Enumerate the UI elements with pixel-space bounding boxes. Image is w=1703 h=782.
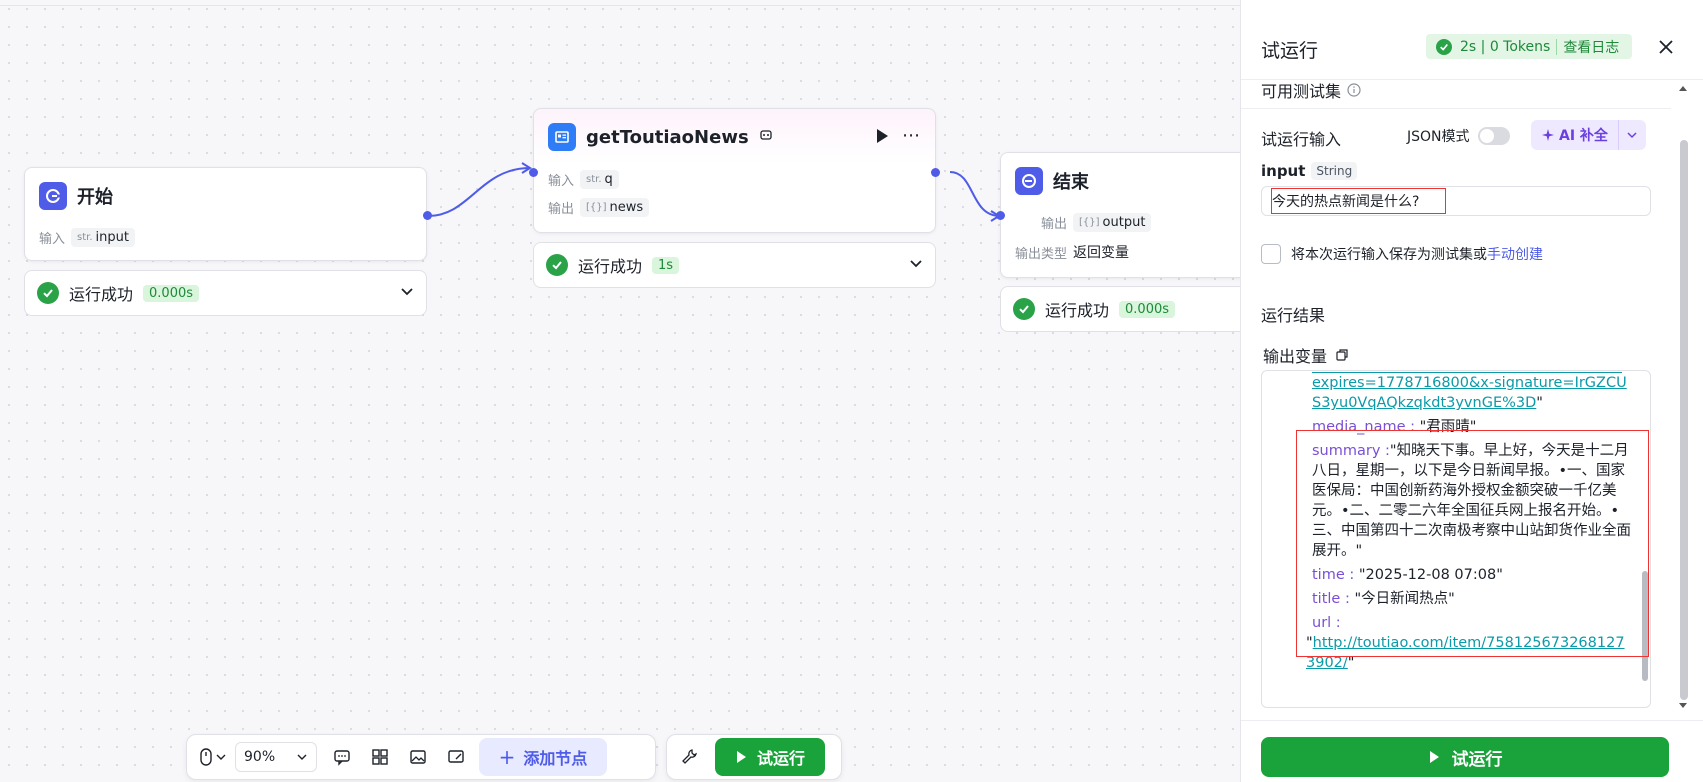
plugin-input-port[interactable] bbox=[529, 168, 538, 177]
run-input-label: 试运行输入 bbox=[1261, 130, 1342, 149]
testset-label: 可用测试集 bbox=[1261, 78, 1361, 102]
chevron-down-icon[interactable] bbox=[1617, 120, 1646, 150]
play-icon bbox=[1429, 751, 1439, 763]
plugin-input-label: 输入 bbox=[548, 174, 575, 189]
panel-footer-divider bbox=[1241, 720, 1703, 721]
end-status-text: 运行成功 bbox=[1045, 301, 1110, 320]
minimap-button[interactable] bbox=[399, 739, 437, 775]
start-input-param: str. input bbox=[71, 228, 135, 247]
end-node[interactable]: 结束 输出 [{}] output 输出类型 返回变量 bbox=[1000, 152, 1260, 278]
end-output-label: 输出 bbox=[1041, 217, 1068, 232]
run-toolbar: 试运行 bbox=[666, 734, 842, 780]
chevron-down-icon bbox=[297, 754, 307, 760]
json-mode-toggle[interactable] bbox=[1477, 127, 1510, 145]
panel-header: 试运行 2s | 0 Tokens 查看日志 bbox=[1241, 0, 1703, 80]
start-input-label: 输入 bbox=[39, 232, 66, 247]
end-node-icon bbox=[1015, 167, 1043, 195]
chevron-down-icon bbox=[216, 754, 226, 760]
run-stats: 2s | 0 Tokens bbox=[1460, 38, 1551, 55]
manual-create-link[interactable]: 手动创建 bbox=[1487, 247, 1543, 263]
toolbar-run-button[interactable]: 试运行 bbox=[715, 738, 825, 776]
chevron-down-icon[interactable] bbox=[400, 284, 414, 302]
comment-icon bbox=[334, 750, 350, 766]
run-result-label: 运行结果 bbox=[1261, 306, 1326, 325]
output-highlight-box bbox=[1296, 430, 1649, 657]
input-param-label: input String bbox=[1261, 162, 1358, 180]
success-check-icon bbox=[1436, 38, 1452, 55]
note-icon bbox=[448, 750, 464, 763]
image-icon bbox=[410, 750, 426, 764]
add-node-label: 添加节点 bbox=[523, 749, 588, 768]
layout-button[interactable] bbox=[361, 739, 399, 775]
plugin-node[interactable]: getToutiaoNews ⋯ 输入 str. q 输出 [{}] news bbox=[533, 108, 936, 233]
edge-start-to-plugin bbox=[427, 167, 531, 217]
canvas-toolbar: 90% + 添加节点 bbox=[186, 734, 656, 780]
plugin-node-title: getToutiaoNews bbox=[586, 126, 749, 148]
start-node-icon bbox=[39, 182, 67, 210]
success-check-icon bbox=[546, 254, 568, 276]
start-status-text: 运行成功 bbox=[69, 285, 134, 304]
success-check-icon bbox=[37, 282, 59, 304]
run-node-play-icon[interactable] bbox=[874, 127, 890, 149]
end-node-title: 结束 bbox=[1053, 172, 1089, 193]
more-options-icon[interactable]: ⋯ bbox=[902, 125, 921, 146]
output-var-label: 输出变量 bbox=[1263, 343, 1349, 367]
chevron-down-icon[interactable] bbox=[909, 256, 923, 274]
test-run-panel: 试运行 2s | 0 Tokens 查看日志 可用测试集 试运行输入 JSON模… bbox=[1240, 0, 1703, 782]
save-testset-checkbox[interactable] bbox=[1261, 244, 1281, 264]
plugin-status-bar[interactable]: 运行成功 1s bbox=[533, 242, 936, 288]
start-status-bar[interactable]: 运行成功 0.000s bbox=[24, 270, 427, 316]
run-summary-badge: 2s | 0 Tokens 查看日志 bbox=[1426, 34, 1632, 59]
success-check-icon bbox=[1013, 298, 1035, 320]
plugin-output-label: 输出 bbox=[548, 202, 575, 217]
start-node-title: 开始 bbox=[77, 187, 113, 208]
end-duration-badge: 0.000s bbox=[1119, 300, 1176, 318]
save-testset-row: 将本次运行输入保存为测试集或手动创建 bbox=[1261, 244, 1543, 264]
edge-plugin-to-end bbox=[949, 171, 1001, 217]
start-duration-badge: 0.000s bbox=[143, 284, 200, 302]
zoom-select[interactable]: 90% bbox=[235, 742, 317, 772]
url-fragment[interactable]: expires=1778716800&x-signature=IrGZCUS3y… bbox=[1312, 375, 1627, 411]
input-highlight-box bbox=[1271, 188, 1446, 214]
end-status-bar[interactable]: 运行成功 0.000s bbox=[1000, 286, 1260, 332]
note-button[interactable] bbox=[437, 739, 475, 775]
copy-icon bbox=[1336, 349, 1348, 361]
start-output-port[interactable] bbox=[423, 211, 432, 220]
end-input-port[interactable] bbox=[996, 211, 1005, 220]
divider bbox=[1241, 108, 1671, 109]
layout-grid-icon bbox=[372, 749, 388, 765]
comment-button[interactable] bbox=[323, 739, 361, 775]
zoom-value: 90% bbox=[244, 749, 276, 765]
info-icon bbox=[1347, 83, 1361, 97]
end-output-kind-label: 输出类型 bbox=[1015, 246, 1068, 262]
ai-complete-button[interactable]: AI 补全 bbox=[1531, 120, 1646, 150]
play-icon bbox=[736, 751, 746, 763]
plus-icon: + bbox=[498, 745, 516, 769]
close-icon bbox=[1659, 40, 1673, 54]
plugin-input-param: str. q bbox=[580, 170, 619, 189]
plugin-duration-badge: 1s bbox=[652, 256, 680, 274]
plugin-output-param: [{}] news bbox=[580, 198, 650, 217]
news-plugin-icon bbox=[548, 123, 576, 151]
view-log-link[interactable]: 查看日志 bbox=[1563, 37, 1619, 57]
end-output-kind-value: 返回变量 bbox=[1073, 245, 1130, 261]
panel-run-button[interactable]: 试运行 bbox=[1261, 737, 1669, 777]
mouse-mode-button[interactable] bbox=[191, 739, 235, 775]
json-mode-toggle-row: JSON模式 bbox=[1407, 126, 1510, 146]
debug-settings-button[interactable] bbox=[671, 739, 709, 775]
plugin-output-port[interactable] bbox=[931, 168, 940, 177]
add-node-button[interactable]: + 添加节点 bbox=[479, 738, 607, 776]
panel-scrollbar-thumb[interactable] bbox=[1680, 140, 1688, 700]
wrench-icon bbox=[682, 749, 697, 764]
sparkle-icon bbox=[1542, 129, 1554, 141]
start-node[interactable]: 开始 输入 str. input bbox=[24, 167, 427, 261]
plugin-store-icon bbox=[759, 128, 773, 146]
panel-title: 试运行 bbox=[1261, 40, 1319, 62]
close-panel-button[interactable] bbox=[1653, 34, 1679, 60]
end-output-param: [{}] output bbox=[1073, 213, 1152, 232]
plugin-status-text: 运行成功 bbox=[578, 257, 643, 276]
mouse-icon bbox=[200, 748, 212, 766]
